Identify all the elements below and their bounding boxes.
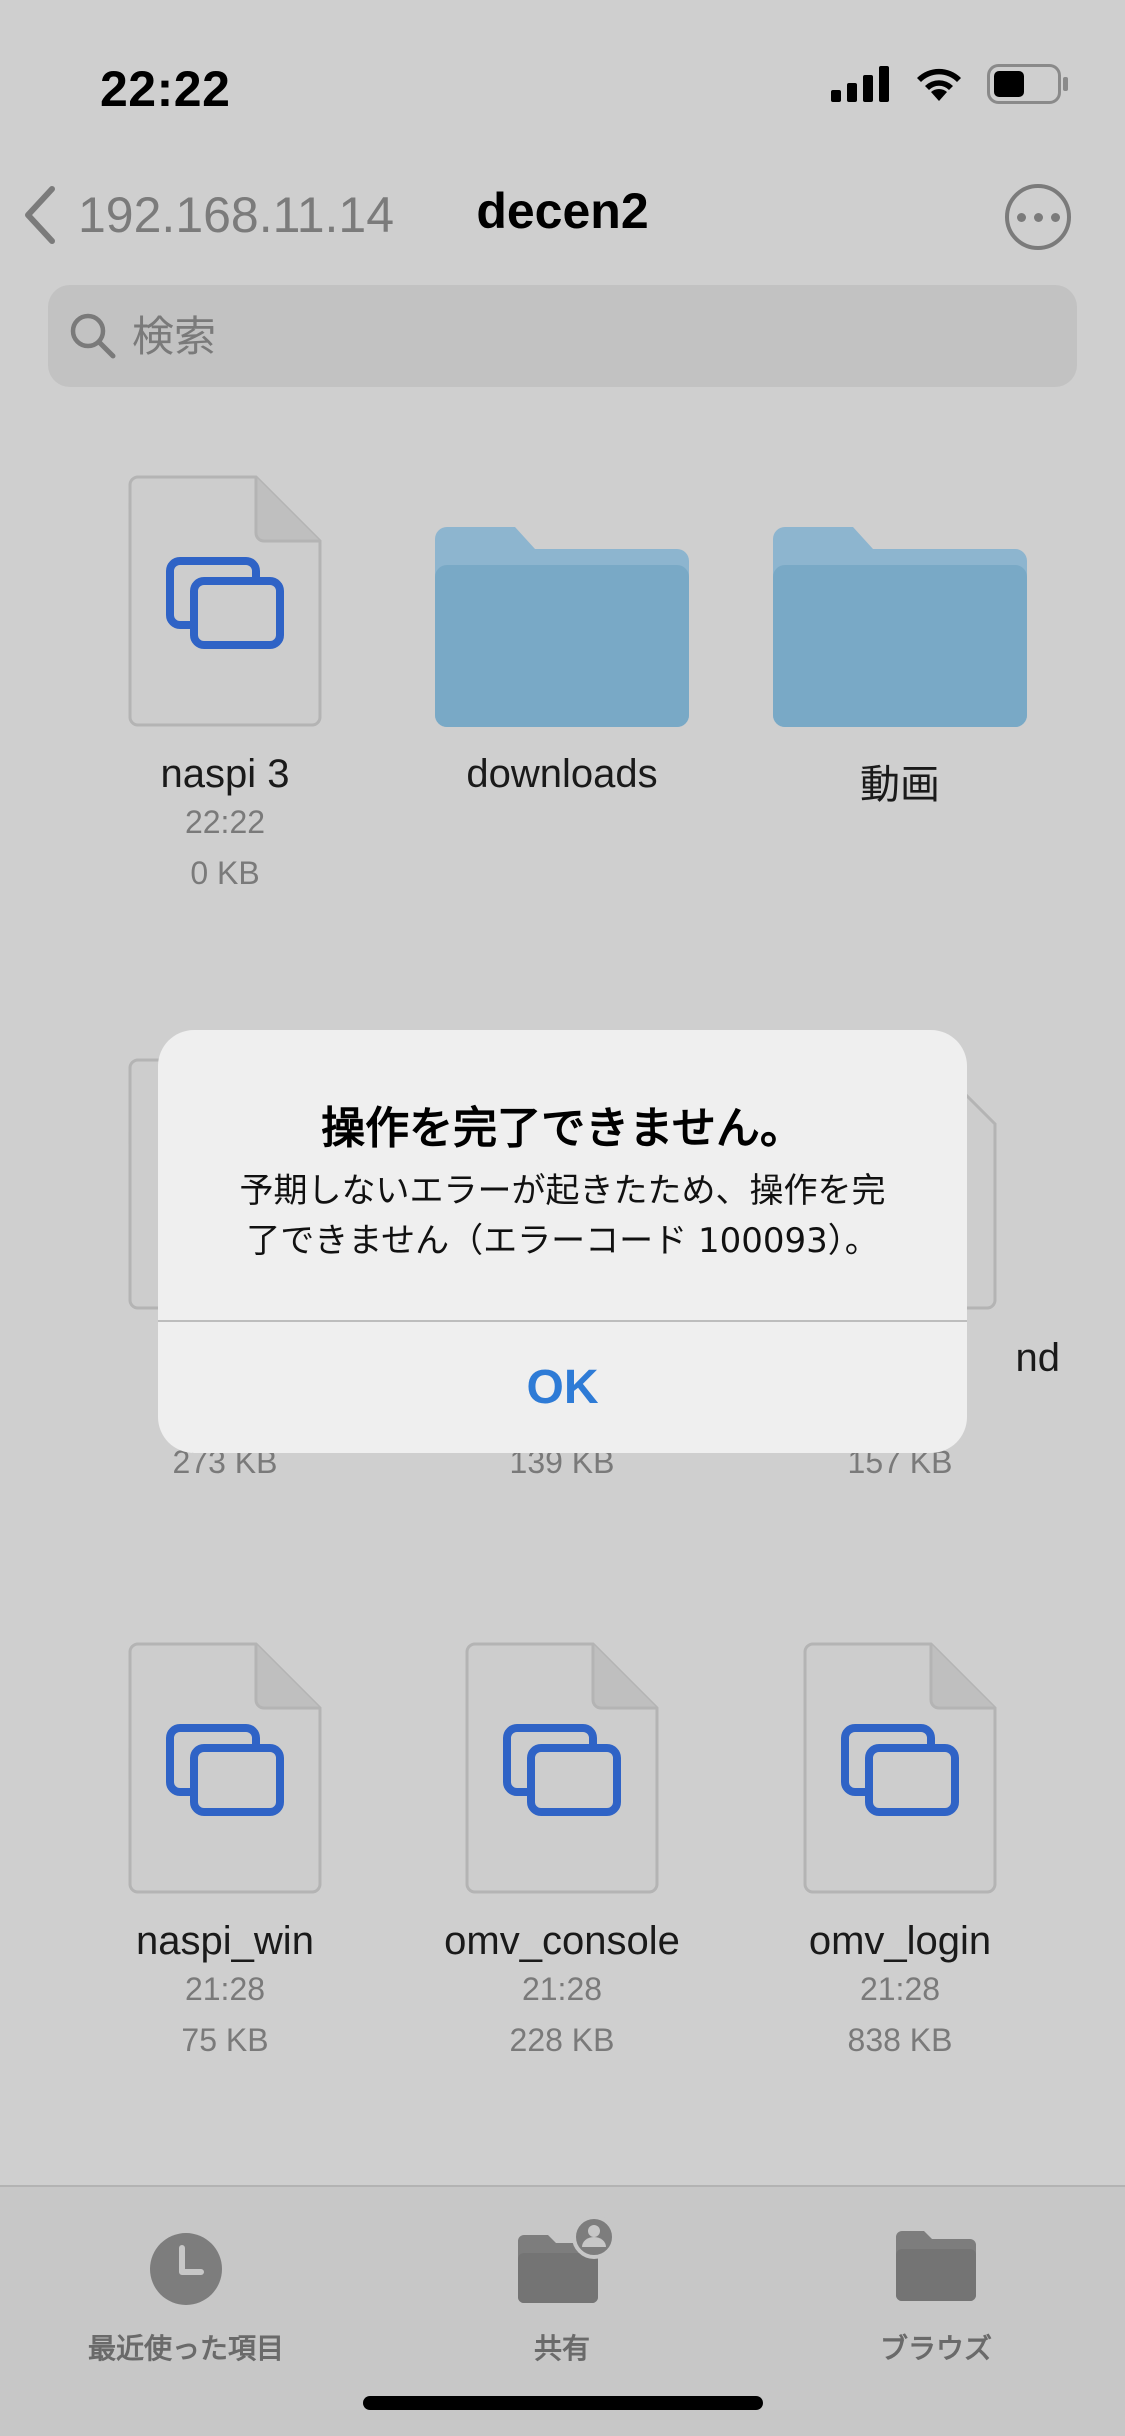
alert-message: 予期しないエラーが起きたため、操作を完 了できません（エラーコード 100093… [208,1166,917,1266]
tab-label: 最近使った項目 [87,2332,284,2365]
file-item-omv-console[interactable]: omv_console 21:28 228 KB [412,1642,712,2072]
item-name: naspi 3 [160,752,290,796]
status-icons [831,64,1069,104]
folder-icon [435,527,689,727]
battery-icon [987,64,1068,104]
item-name: 動画 [860,762,940,808]
alert-title: 操作を完了できません。 [321,1103,804,1154]
item-size: 838 KB [847,2022,953,2058]
more-options-button[interactable] [1005,184,1071,250]
item-name: omv_console [444,1919,680,1963]
item-size: 228 KB [509,2022,615,2058]
file-item-naspi-win[interactable]: naspi_win 21:28 75 KB [75,1642,375,2072]
folder-icon [896,2231,976,2301]
alert-message-line-2: 了できません（エラーコード 100093）。 [246,1221,879,1261]
clock-icon [150,2233,222,2305]
status-bar: 22:22 [0,0,1125,160]
ellipsis-dot [1033,212,1043,222]
tab-label: ブラウズ [879,2332,992,2365]
item-size: 75 KB [181,2022,269,2058]
search-bar[interactable] [48,285,1077,387]
ok-button[interactable]: OK [158,1322,967,1453]
ellipsis-dot [1050,212,1060,222]
item-name: omv_login [808,1919,992,1963]
file-item-omv-login[interactable]: omv_login 21:28 838 KB [750,1642,1050,2072]
item-time: 21:28 [859,1971,941,2007]
home-indicator[interactable] [363,2396,763,2410]
search-input[interactable] [132,311,932,361]
document-icon [465,1642,659,1894]
shared-folder-icon [518,2217,614,2303]
item-name: downloads [466,752,658,796]
document-icon [128,475,322,727]
status-time: 22:22 [100,61,231,117]
folder-icon [773,527,1027,727]
item-time: 22:22 [184,804,266,840]
document-icon [803,1642,997,1894]
item-size: 0 KB [190,855,260,891]
item-name: naspi_win [136,1919,314,1963]
wifi-icon [917,68,961,101]
item-time: 21:28 [521,1971,603,2007]
tab-label: 共有 [533,2332,590,2365]
cellular-signal-icon [831,66,889,102]
folder-item-video[interactable]: 動画 [750,475,1050,815]
page-title: decen2 [476,183,649,239]
document-icon [128,1642,322,1894]
item-time: 21:28 [184,1971,266,2007]
alert-message-line-1: 予期しないエラーが起きたため、操作を完 [239,1171,886,1211]
ellipsis-icon [1016,212,1026,222]
error-alert-dialog: 操作を完了できません。 予期しないエラーが起きたため、操作を完 了できません（エ… [158,1030,967,1453]
folder-item-downloads[interactable]: downloads [412,475,712,815]
file-item-naspi-3[interactable]: naspi 3 22:22 0 KB [75,475,375,905]
search-icon [70,313,116,359]
